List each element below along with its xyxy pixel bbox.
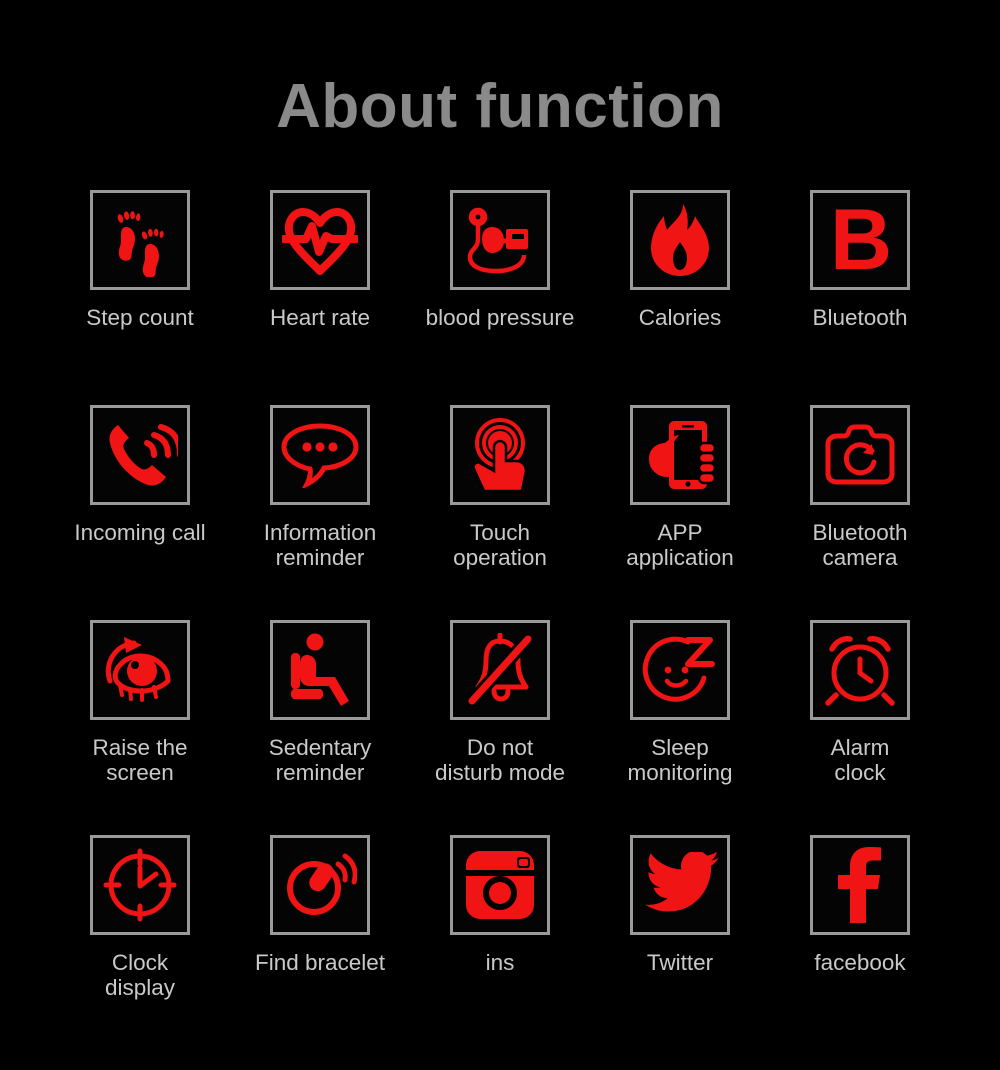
footprints-icon xyxy=(90,190,190,290)
ringing-phone-icon xyxy=(90,405,190,505)
feature-item-information-reminder[interactable]: Information reminder xyxy=(232,405,408,620)
twitter-bird-icon xyxy=(630,835,730,935)
blood-pressure-icon xyxy=(450,190,550,290)
clock-face-icon xyxy=(90,835,190,935)
instagram-icon xyxy=(450,835,550,935)
feature-grid: Step count Heart rate blood pressure Cal… xyxy=(50,138,950,1050)
feature-item-bluetooth[interactable]: B Bluetooth xyxy=(772,190,948,405)
feature-item-calories[interactable]: Calories xyxy=(592,190,768,405)
feature-label: Incoming call xyxy=(74,520,206,545)
feature-label: Calories xyxy=(638,305,722,330)
hand-holding-phone-icon xyxy=(630,405,730,505)
feature-item-step-count[interactable]: Step count xyxy=(52,190,228,405)
feature-label: Sedentary reminder xyxy=(268,735,372,785)
vibrating-bracelet-icon xyxy=(270,835,370,935)
feature-item-facebook[interactable]: facebook xyxy=(772,835,948,1050)
feature-label: Bluetooth xyxy=(812,305,908,330)
speech-bubble-icon xyxy=(270,405,370,505)
feature-item-alarm-clock[interactable]: Alarm clock xyxy=(772,620,948,835)
feature-item-ins[interactable]: ins xyxy=(412,835,588,1050)
feature-item-sedentary-reminder[interactable]: Sedentary reminder xyxy=(232,620,408,835)
letter-b-icon: B xyxy=(810,190,910,290)
feature-label: Twitter xyxy=(646,950,714,975)
feature-item-clock-display[interactable]: Clock display xyxy=(52,835,228,1050)
facebook-f-icon xyxy=(810,835,910,935)
feature-label: Clock display xyxy=(104,950,176,1000)
heart-rate-icon xyxy=(270,190,370,290)
feature-item-do-not-disturb[interactable]: Do not disturb mode xyxy=(412,620,588,835)
page-title: About function xyxy=(276,72,724,141)
feature-label: facebook xyxy=(814,950,906,975)
touch-hand-icon xyxy=(450,405,550,505)
flame-icon xyxy=(630,190,730,290)
feature-item-sleep-monitoring[interactable]: Sleep monitoring xyxy=(592,620,768,835)
feature-item-bluetooth-camera[interactable]: Bluetooth camera xyxy=(772,405,948,620)
feature-label: Do not disturb mode xyxy=(434,735,566,785)
camera-icon xyxy=(810,405,910,505)
feature-item-blood-pressure[interactable]: blood pressure xyxy=(412,190,588,405)
feature-item-touch-operation[interactable]: Touch operation xyxy=(412,405,588,620)
feature-label: Alarm clock xyxy=(830,735,890,785)
feature-item-find-bracelet[interactable]: Find bracelet xyxy=(232,835,408,1050)
feature-label: Find bracelet xyxy=(254,950,386,975)
feature-label: Raise the screen xyxy=(92,735,188,785)
feature-item-incoming-call[interactable]: Incoming call xyxy=(52,405,228,620)
eye-raise-icon xyxy=(90,620,190,720)
feature-item-heart-rate[interactable]: Heart rate xyxy=(232,190,408,405)
feature-label: Information reminder xyxy=(263,520,377,570)
feature-label: Sleep monitoring xyxy=(627,735,733,785)
alarm-clock-icon xyxy=(810,620,910,720)
feature-label: APP application xyxy=(626,520,734,570)
sleeping-face-icon xyxy=(630,620,730,720)
feature-item-raise-the-screen[interactable]: Raise the screen xyxy=(52,620,228,835)
bell-muted-icon xyxy=(450,620,550,720)
feature-item-app-application[interactable]: APP application xyxy=(592,405,768,620)
seated-person-icon xyxy=(270,620,370,720)
about-function-page: About function Step count Heart rate blo… xyxy=(0,0,1000,1070)
feature-label: ins xyxy=(485,950,515,975)
feature-label: Touch operation xyxy=(453,520,547,570)
feature-label: Bluetooth camera xyxy=(812,520,908,570)
feature-label: blood pressure xyxy=(425,305,575,330)
feature-item-twitter[interactable]: Twitter xyxy=(592,835,768,1050)
feature-label: Heart rate xyxy=(269,305,371,330)
bluetooth-letter: B xyxy=(829,192,892,288)
feature-label: Step count xyxy=(86,305,194,330)
